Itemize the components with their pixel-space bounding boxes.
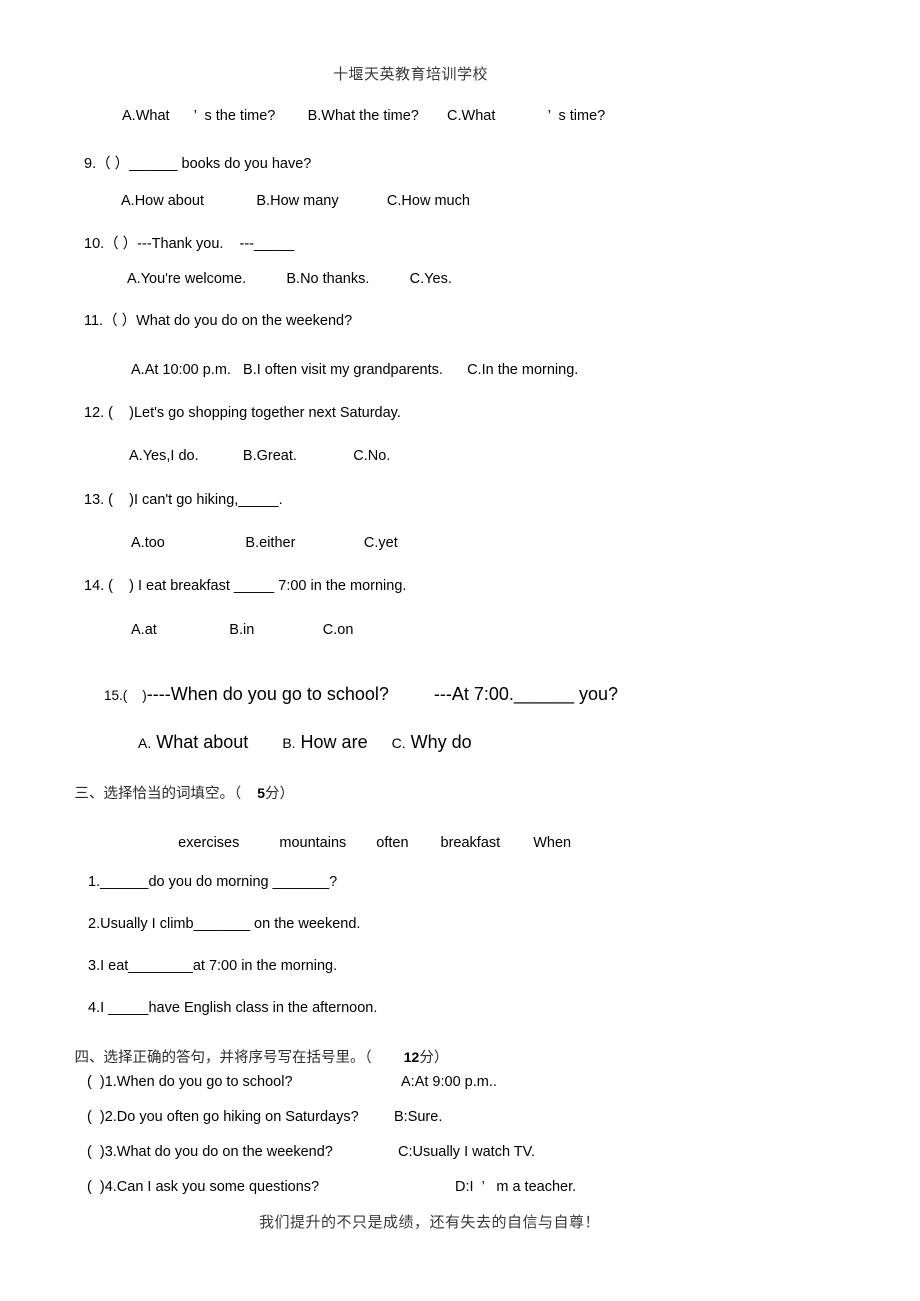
question-15-option-a-letter: A. (138, 735, 152, 751)
section-four-question-4: ( )4.Can I ask you some questions? (87, 1179, 320, 1195)
question-10-stem: 10.（ ）---Thank you. ---_____ (84, 236, 295, 252)
word-bank-item-3: often (376, 835, 409, 851)
question-8-options: A.What ’ s the time? B.What the time? C.… (122, 108, 606, 124)
question-10-options: A.You're welcome. B.No thanks. C.Yes. (127, 271, 452, 287)
question-11-options: A.At 10:00 p.m. B.I often visit my grand… (131, 362, 579, 378)
question-12-options: A.Yes,I do. B.Great. C.No. (129, 448, 391, 464)
section-three-item-1: 1.______do you do morning _______? (88, 874, 338, 890)
question-14-stem: 14. ( ) I eat breakfast _____ 7:00 in th… (84, 578, 407, 594)
question-15-number: 15.( ) (104, 688, 147, 703)
question-12-stem: 12. ( )Let's go shopping together next S… (84, 405, 401, 421)
question-13-options: A.too B.either C.yet (131, 535, 398, 551)
question-15-option-c-letter: C. (391, 735, 406, 751)
section-four-question-1: ( )1.When do you go to school? (87, 1074, 293, 1090)
question-9-options: A.How about B.How many C.How much (121, 193, 470, 209)
question-15-text: ----When do you go to school? ---At 7:00… (146, 684, 619, 704)
section-three-heading-prefix: 三、选择恰当的词填空。（ (74, 786, 242, 802)
section-three-heading: 三、选择恰当的词填空。（ 5分） (60, 765, 295, 820)
section-four-heading-prefix: 四、选择正确的答句，并将序号写在括号里。（ (74, 1050, 372, 1066)
section-four-answer-c: C:Usually I watch TV. (398, 1144, 535, 1160)
section-four-score: 12 (403, 1049, 420, 1065)
word-bank: exercises mountains often breakfast When (162, 819, 571, 867)
question-14-options: A.at B.in C.on (131, 622, 354, 638)
question-15-option-c-text: Why do (405, 732, 472, 752)
section-three-item-2: 2.Usually I climb_______ on the weekend. (88, 916, 361, 932)
exam-paper-page: 十堰天英教育培训学校 A.What ’ s the time? B.What t… (0, 0, 920, 1301)
section-three-heading-suffix: 分） (265, 786, 295, 802)
question-15-option-a-text: What about (151, 732, 249, 752)
question-11-stem: 11.（ ）What do you do on the weekend? (84, 313, 353, 329)
section-three-item-3: 3.I eat________at 7:00 in the morning. (88, 958, 338, 974)
section-three-item-4: 4.I _____have English class in the after… (88, 1000, 378, 1016)
question-15-option-b-text: How are (295, 732, 368, 752)
word-bank-item-5: When (533, 835, 572, 851)
section-four-heading-suffix: 分） (419, 1050, 449, 1066)
page-footer-note: 我们提升的不只是成绩，还有失去的自信与自尊！ (259, 1215, 601, 1231)
question-15-option-b-letter: B. (282, 735, 296, 751)
section-three-score: 5 (257, 785, 266, 801)
word-bank-item-4: breakfast (440, 835, 501, 851)
page-header-title: 十堰天英教育培训学校 (333, 67, 489, 83)
section-four-answer-d: D:I ’ m a teacher. (455, 1179, 577, 1195)
section-four-answer-b: B:Sure. (394, 1109, 443, 1125)
section-four-question-2: ( )2.Do you often go hiking on Saturdays… (87, 1109, 359, 1125)
section-four-answer-a: A:At 9:00 p.m.. (401, 1074, 497, 1090)
question-13-stem: 13. ( )I can't go hiking,_____. (84, 492, 283, 508)
question-9-stem: 9.（ ）______ books do you have? (84, 156, 312, 172)
section-four-question-3: ( )3.What do you do on the weekend? (87, 1144, 333, 1160)
word-bank-item-1: exercises (178, 835, 240, 851)
word-bank-item-2: mountains (279, 835, 347, 851)
